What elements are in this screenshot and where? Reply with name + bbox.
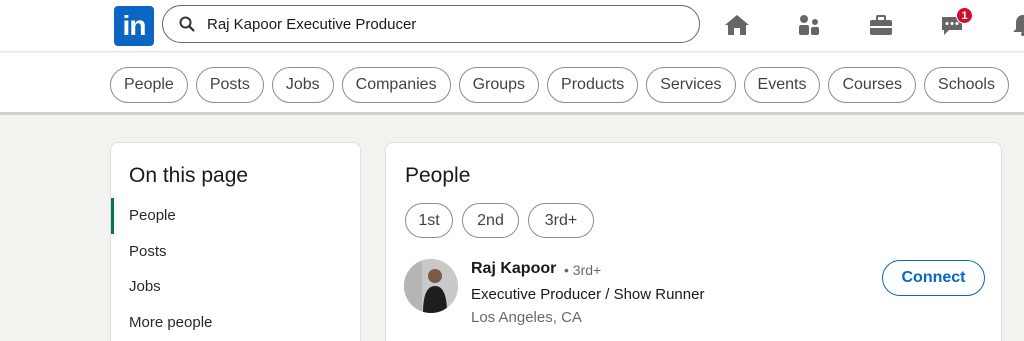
section-title: People <box>405 164 471 187</box>
jobs-briefcase-icon[interactable] <box>866 10 896 40</box>
person-name[interactable]: Raj Kapoor <box>471 260 556 278</box>
search-icon <box>179 16 195 32</box>
avatar[interactable] <box>404 259 458 313</box>
connection-degree: • 3rd+ <box>564 262 602 278</box>
people-results-card: People 1st 2nd 3rd+ Raj Kapoor • 3rd+ Ex… <box>385 142 1002 341</box>
notifications-bell-icon[interactable] <box>1008 10 1024 40</box>
home-icon[interactable] <box>722 10 752 40</box>
search-filter-bar: People Posts Jobs Companies Groups Produ… <box>0 53 1024 115</box>
search-input[interactable] <box>207 15 667 33</box>
sidebar-item-people[interactable]: People <box>129 207 176 224</box>
filter-jobs[interactable]: Jobs <box>271 67 334 103</box>
panel-title: On this page <box>129 164 249 187</box>
linkedin-logo[interactable]: in <box>114 6 154 46</box>
on-this-page-panel: On this page People Posts Jobs More peop… <box>110 142 361 341</box>
active-indicator <box>111 198 114 234</box>
top-navbar: in 1 <box>0 0 1024 52</box>
filter-services[interactable]: Services <box>646 67 736 103</box>
filter-courses[interactable]: Courses <box>828 67 917 103</box>
filter-events[interactable]: Events <box>743 67 821 103</box>
filter-companies[interactable]: Companies <box>341 67 451 103</box>
messaging-icon[interactable]: 1 <box>937 7 973 40</box>
connect-button[interactable]: Connect <box>882 260 985 296</box>
message-count-badge: 1 <box>956 7 973 24</box>
filter-schools[interactable]: Schools <box>924 67 1009 103</box>
person-headline: Executive Producer / Show Runner <box>471 286 705 303</box>
filter-people[interactable]: People <box>110 67 188 103</box>
filter-1st-connection[interactable]: 1st <box>405 203 453 238</box>
my-network-icon[interactable] <box>794 10 824 40</box>
sidebar-item-jobs[interactable]: Jobs <box>129 278 161 295</box>
filter-3rd-connection[interactable]: 3rd+ <box>528 203 594 238</box>
sidebar-item-more-people[interactable]: More people <box>129 314 212 331</box>
filter-groups[interactable]: Groups <box>458 67 540 103</box>
filter-2nd-connection[interactable]: 2nd <box>462 203 519 238</box>
filter-posts[interactable]: Posts <box>195 67 264 103</box>
sidebar-item-posts[interactable]: Posts <box>129 243 167 260</box>
person-location: Los Angeles, CA <box>471 309 582 326</box>
search-box[interactable] <box>162 5 700 43</box>
filter-products[interactable]: Products <box>547 67 639 103</box>
